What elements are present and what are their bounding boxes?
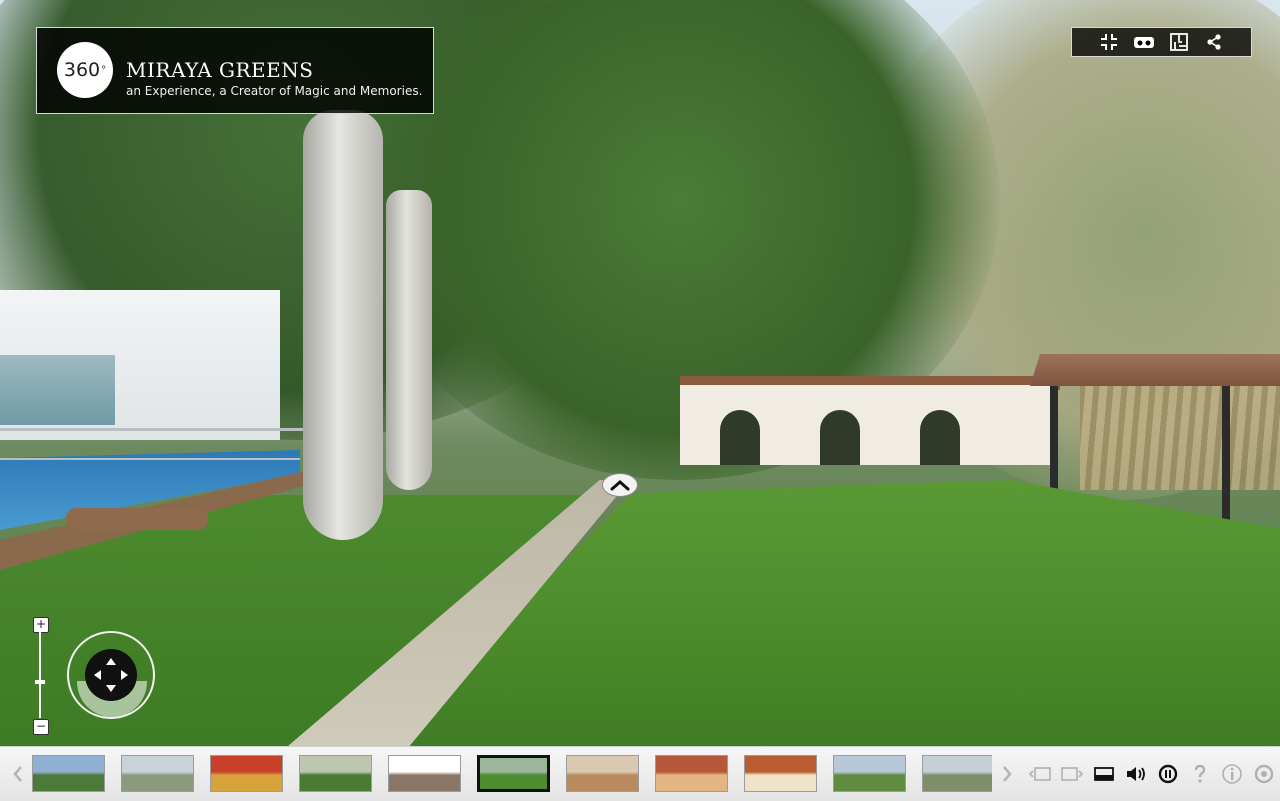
bench [66, 508, 208, 530]
toggle-thumbnails-button[interactable] [1092, 759, 1116, 789]
panorama-thumbnail[interactable] [922, 755, 992, 792]
chevron-up-icon [610, 480, 630, 491]
360-logo: 360 ° [57, 42, 113, 98]
zoom-slider[interactable] [39, 632, 41, 718]
building-window [0, 355, 115, 425]
cottage-arch [920, 410, 960, 465]
autorotate-icon [1158, 764, 1178, 784]
help-button[interactable] [1188, 759, 1212, 789]
four-way-arrows-icon [94, 658, 128, 692]
zoom-slider-handle[interactable] [35, 679, 45, 684]
cottage-arch [720, 410, 760, 465]
info-button[interactable] [1220, 759, 1244, 789]
tour-subtitle: an Experience, a Creator of Magic and Me… [126, 84, 423, 98]
panorama-thumbnail[interactable] [299, 755, 372, 792]
vr-headset-icon [1134, 37, 1155, 48]
panorama-thumbnail[interactable] [744, 755, 817, 792]
sound-button[interactable] [1124, 759, 1148, 789]
settings-button[interactable] [1252, 759, 1276, 789]
share-icon [1207, 34, 1221, 50]
bamboo-grove [1080, 380, 1280, 490]
exit-fullscreen-icon [1101, 34, 1118, 50]
chevron-right-icon [1003, 766, 1012, 782]
exit-fullscreen-button[interactable] [1098, 31, 1120, 53]
chevron-left-icon [13, 766, 22, 782]
autorotate-button[interactable] [1156, 759, 1180, 789]
settings-icon [1254, 764, 1274, 784]
tour-title: MIRAYA GREENS [126, 58, 314, 82]
gazebo-post [1050, 386, 1058, 504]
zoom-out-button[interactable]: − [33, 719, 49, 735]
panorama-thumbnail[interactable] [566, 755, 639, 792]
gazebo-post [1222, 386, 1230, 526]
panorama-thumbnail[interactable] [32, 755, 105, 792]
thumbnail-bar [0, 746, 1280, 801]
floor-plan-icon [1169, 33, 1188, 51]
sound-icon [1127, 767, 1145, 781]
palm-trunk [303, 110, 383, 540]
help-icon [1194, 764, 1206, 783]
brand-banner: 360 ° MIRAYA GREENS an Experience, a Crea… [36, 27, 434, 114]
panorama-thumbnail[interactable] [833, 755, 906, 792]
cottage [680, 385, 1050, 465]
navigation-hotspot[interactable] [602, 473, 638, 497]
scroll-thumbnails-right[interactable] [997, 764, 1017, 784]
railing [0, 428, 310, 431]
panorama-thumbnail[interactable] [210, 755, 283, 792]
info-icon [1222, 764, 1242, 784]
logo-text: 360 [63, 59, 101, 81]
panorama-thumbnail[interactable] [121, 755, 194, 792]
panorama-thumbnail[interactable] [477, 755, 550, 792]
next-panorama-icon [1061, 767, 1083, 781]
direction-pad[interactable] [85, 649, 137, 701]
gazebo-roof [1030, 354, 1280, 386]
thumbnail-strip [32, 747, 992, 801]
top-toolbar [1071, 27, 1252, 57]
previous-panorama-button[interactable] [1028, 759, 1052, 789]
floor-plan-button[interactable] [1168, 31, 1190, 53]
toggle-thumbnails-icon [1094, 767, 1114, 781]
zoom-in-button[interactable]: + [33, 617, 49, 633]
scroll-thumbnails-left[interactable] [8, 764, 28, 784]
previous-panorama-icon [1029, 767, 1051, 781]
panorama-thumbnail[interactable] [655, 755, 728, 792]
logo-degree: ° [101, 64, 107, 76]
panorama-thumbnail[interactable] [388, 755, 461, 792]
palm-trunk [386, 190, 432, 490]
share-button[interactable] [1203, 31, 1225, 53]
cottage-arch [820, 410, 860, 465]
building [0, 290, 280, 440]
next-panorama-button[interactable] [1060, 759, 1084, 789]
railing-lower [0, 458, 300, 460]
vr-mode-button[interactable] [1133, 31, 1155, 53]
